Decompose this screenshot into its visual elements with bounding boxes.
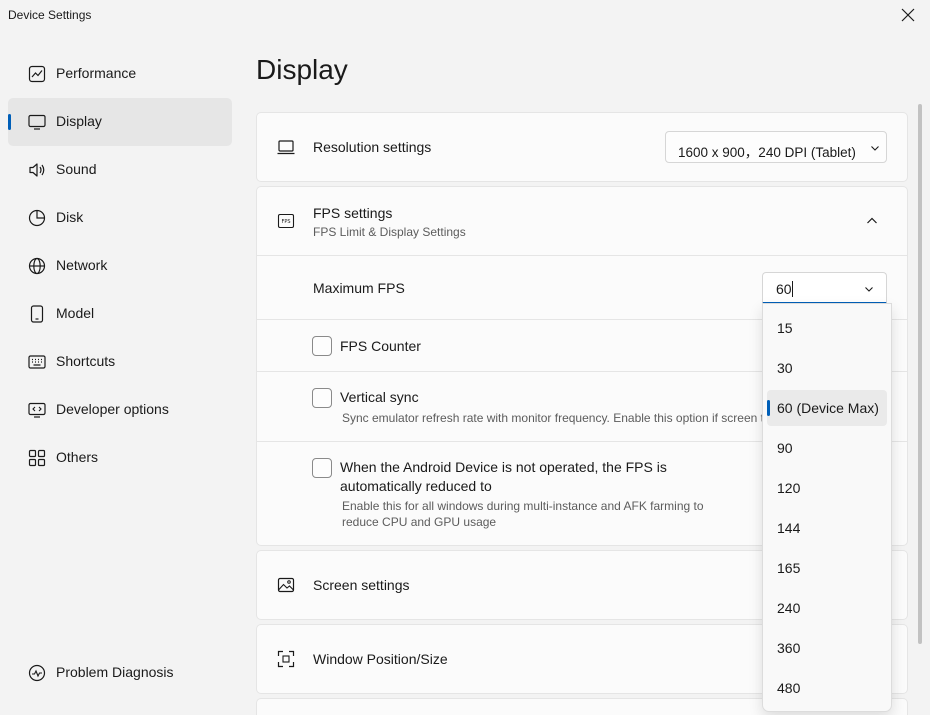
disk-icon	[28, 209, 46, 227]
svg-text:FPS: FPS	[281, 219, 290, 225]
resolution-settings-card: Resolution settings 1600 x 900，240 DPI (…	[256, 112, 908, 182]
network-icon	[28, 257, 46, 275]
auto-reduce-description-line2: reduce CPU and GPU usage	[342, 515, 497, 529]
screen-settings-title: Screen settings	[313, 577, 410, 593]
performance-icon	[28, 65, 46, 83]
chevron-down-icon	[871, 146, 879, 151]
sound-icon	[29, 163, 45, 177]
sidebar-item-label: Disk	[56, 209, 84, 225]
window-title: Device Settings	[8, 8, 92, 22]
sidebar-item-label: Model	[56, 305, 95, 321]
fps-icon: FPS	[277, 213, 295, 229]
fps-settings-card[interactable]: FPS FPS settings FPS Limit & Display Set…	[256, 186, 908, 256]
auto-reduce-checkbox[interactable]	[312, 458, 332, 478]
chevron-down-icon[interactable]	[864, 284, 874, 294]
fps-settings-title: FPS settings	[313, 205, 393, 221]
sidebar-item-sound[interactable]: Sound	[8, 146, 232, 194]
vsync-checkbox[interactable]	[312, 388, 332, 408]
vsync-description: Sync emulator refresh rate with monitor …	[342, 411, 762, 425]
vsync-label: Vertical sync	[340, 389, 419, 405]
sidebar-item-display[interactable]: Display	[8, 98, 232, 146]
fps-option-480[interactable]: 480	[767, 670, 887, 706]
fps-option-60-device-max[interactable]: 60 (Device Max)	[767, 390, 887, 426]
close-button[interactable]	[892, 0, 924, 30]
auto-reduce-description-line1: Enable this for all windows during multi…	[342, 499, 704, 513]
fps-option-90[interactable]: 90	[767, 430, 887, 466]
fps-option-15[interactable]: 15	[767, 310, 887, 346]
fps-option-240[interactable]: 240	[767, 590, 887, 626]
scrollbar[interactable]	[918, 104, 922, 644]
sidebar-item-label: Sound	[56, 161, 97, 177]
fps-option-165[interactable]: 165	[767, 550, 887, 586]
fps-option-30[interactable]: 30	[767, 350, 887, 386]
text-caret	[792, 281, 793, 297]
fps-option-120[interactable]: 120	[767, 470, 887, 506]
image-icon	[277, 577, 295, 593]
sidebar-item-others[interactable]: Others	[8, 434, 232, 482]
max-fps-label: Maximum FPS	[313, 280, 405, 296]
fps-settings-subtitle: FPS Limit & Display Settings	[313, 225, 466, 239]
diagnosis-icon	[28, 664, 46, 682]
window-position-title: Window Position/Size	[313, 651, 448, 667]
title-bar: Device Settings	[0, 0, 930, 32]
sidebar-item-label: Performance	[56, 65, 137, 81]
resize-icon	[277, 650, 295, 668]
sidebar-item-disk[interactable]: Disk	[8, 194, 232, 242]
fps-option-144[interactable]: 144	[767, 510, 887, 546]
sidebar-item-label: Developer options	[56, 401, 169, 417]
fps-option-360[interactable]: 360	[767, 630, 887, 666]
sidebar-item-label: Display	[56, 113, 102, 129]
max-fps-input-value: 60	[776, 281, 792, 297]
close-icon	[901, 8, 915, 22]
sidebar-item-label: Others	[56, 449, 99, 465]
laptop-icon	[277, 140, 295, 155]
fps-dropdown-list: 15 30 60 (Device Max) 90 120 144 165 240…	[762, 303, 892, 712]
sidebar-item-performance[interactable]: Performance	[8, 50, 232, 98]
chevron-up-icon	[867, 217, 877, 224]
sidebar-item-developer-options[interactable]: Developer options	[8, 386, 232, 434]
sidebar-item-problem-diagnosis[interactable]: Problem Diagnosis	[8, 649, 232, 697]
fps-counter-label: FPS Counter	[340, 338, 421, 354]
keyboard-icon	[28, 355, 46, 369]
developer-icon	[28, 402, 46, 418]
sidebar-item-shortcuts[interactable]: Shortcuts	[8, 338, 232, 386]
sidebar-item-model[interactable]: Model	[8, 290, 232, 338]
resolution-select[interactable]: 1600 x 900，240 DPI (Tablet)	[665, 131, 887, 163]
sidebar-item-label: Problem Diagnosis	[56, 664, 174, 680]
grid-icon	[28, 449, 46, 467]
fps-counter-checkbox[interactable]	[312, 336, 332, 356]
sidebar-item-network[interactable]: Network	[8, 242, 232, 290]
sidebar-item-label: Network	[56, 257, 108, 273]
page-title: Display	[256, 54, 348, 85]
max-fps-input[interactable]: 60	[762, 272, 887, 304]
resolution-select-value: 1600 x 900，240 DPI (Tablet)	[678, 145, 856, 160]
display-icon	[28, 114, 46, 130]
auto-reduce-label-line1: When the Android Device is not operated,…	[340, 459, 667, 475]
model-icon	[30, 305, 44, 323]
sidebar-item-label: Shortcuts	[56, 353, 116, 369]
resolution-settings-title: Resolution settings	[313, 139, 432, 155]
auto-reduce-label-line2: automatically reduced to	[340, 478, 492, 494]
